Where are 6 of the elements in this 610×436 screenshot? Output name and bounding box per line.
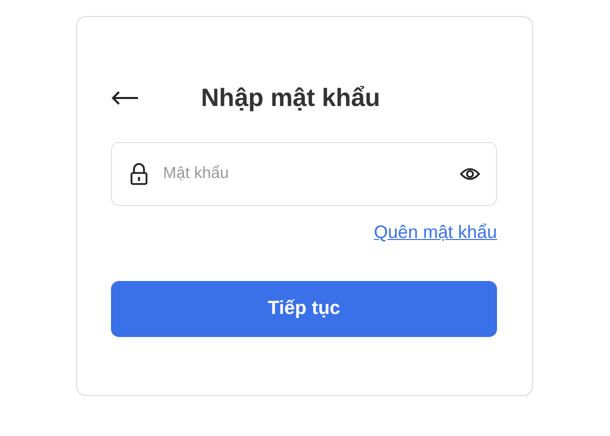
password-field[interactable]: Mật khẩu — [111, 142, 497, 206]
forgot-password-link[interactable]: Quên mật khẩu — [374, 222, 497, 243]
eye-icon[interactable] — [460, 167, 480, 181]
continue-button[interactable]: Tiếp tục — [111, 281, 497, 337]
back-arrow-icon[interactable] — [111, 91, 139, 105]
page-title: Nhập mật khẩu — [201, 84, 380, 112]
